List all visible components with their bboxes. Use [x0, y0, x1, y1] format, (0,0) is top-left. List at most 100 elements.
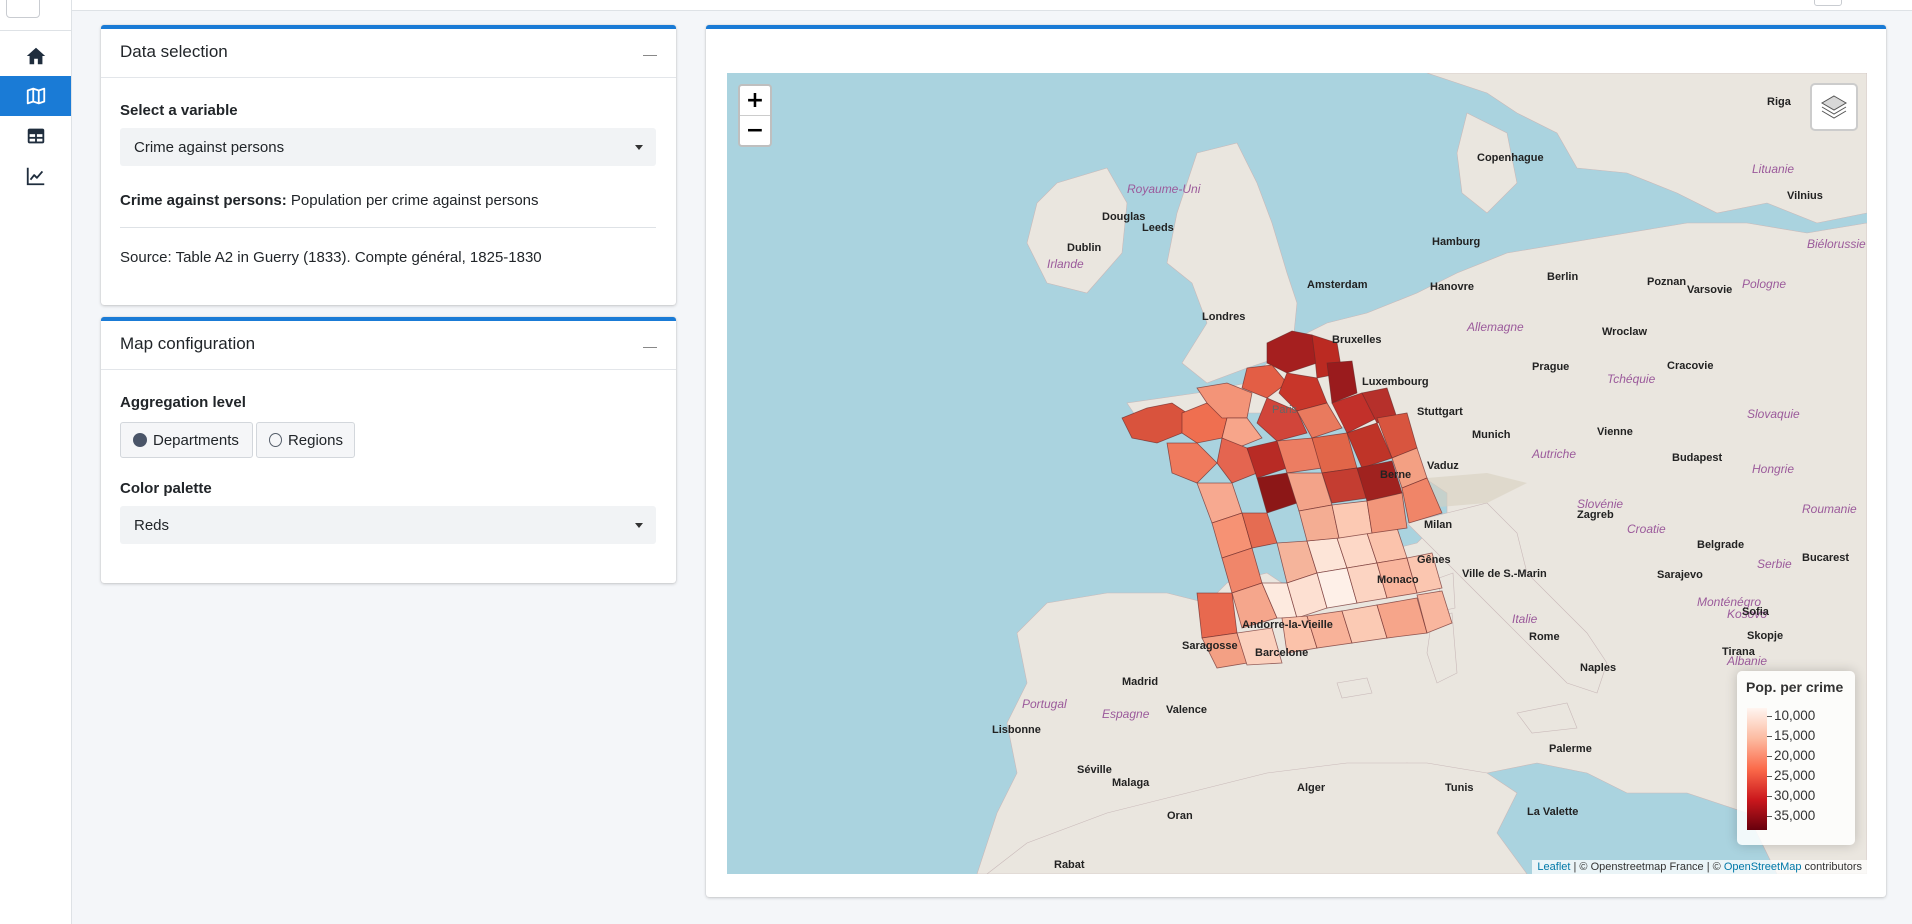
- city-label: Tirana: [1722, 646, 1756, 658]
- city-label: Hanovre: [1430, 281, 1474, 293]
- top-header: [72, 0, 1912, 11]
- country-label: Lituanie: [1752, 162, 1794, 176]
- city-label: Tunis: [1445, 782, 1474, 794]
- sidebar-item-table[interactable]: [0, 116, 71, 156]
- city-label: Oran: [1167, 810, 1193, 822]
- home-icon: [26, 47, 45, 65]
- caret-down-icon: [635, 145, 643, 150]
- caret-down-icon: [635, 523, 643, 528]
- city-label: Sofia: [1742, 606, 1770, 618]
- city-label: Rabat: [1054, 859, 1085, 871]
- country-label: Royaume-Uni: [1127, 182, 1201, 196]
- data-selection-card: Data selection Select a variable Crime a…: [101, 25, 676, 305]
- legend-color-bar: [1747, 708, 1767, 830]
- color-palette-label: Color palette: [120, 480, 212, 497]
- city-label: Stuttgart: [1417, 406, 1463, 418]
- variable-select[interactable]: Crime against persons: [120, 128, 656, 166]
- radio-departments[interactable]: Departments: [120, 422, 253, 458]
- legend-tick: 35,000: [1767, 808, 1815, 823]
- city-label: Valence: [1166, 704, 1207, 716]
- radio-regions[interactable]: Regions: [256, 422, 355, 458]
- zoom-control: + −: [738, 84, 772, 147]
- country-label: Biélorussie: [1807, 237, 1866, 251]
- city-label: Saragosse: [1182, 640, 1238, 652]
- city-label: Poznan: [1647, 276, 1686, 288]
- sidebar-item-map[interactable]: [0, 76, 71, 116]
- attribution-text: | © Openstreetmap France | ©: [1570, 861, 1724, 873]
- zoom-in-button[interactable]: +: [740, 86, 770, 115]
- country-label: Pologne: [1742, 277, 1786, 291]
- header-button[interactable]: [1814, 0, 1842, 6]
- collapse-button[interactable]: [642, 43, 658, 59]
- collapse-button[interactable]: [642, 335, 658, 351]
- radio-regions-label: Regions: [287, 431, 343, 449]
- country-label: Slovaquie: [1747, 407, 1800, 421]
- map-legend: Pop. per crime 10,000 15,000 20,000 25,0…: [1737, 671, 1855, 845]
- layers-control[interactable]: [1810, 83, 1858, 131]
- city-label: Hamburg: [1432, 236, 1480, 248]
- zoom-out-button[interactable]: −: [740, 116, 770, 145]
- city-label: Lisbonne: [992, 724, 1041, 736]
- legend-tick: 20,000: [1767, 748, 1815, 763]
- map-attribution: Leaflet | © Openstreetmap France | © Ope…: [1532, 860, 1867, 874]
- city-label: La Valette: [1527, 806, 1578, 818]
- map-icon: [26, 87, 45, 105]
- legend-title: Pop. per crime: [1746, 679, 1844, 695]
- sidebar-item-home[interactable]: [0, 36, 71, 76]
- city-label: Vaduz: [1427, 460, 1459, 472]
- city-label: Madrid: [1122, 676, 1158, 688]
- city-label: Palerme: [1549, 743, 1592, 755]
- legend-ticks: 10,000 15,000 20,000 25,000 30,000 35,00…: [1767, 708, 1847, 830]
- divider: [120, 227, 656, 228]
- layers-icon: [1821, 95, 1847, 119]
- country-label: Italie: [1512, 612, 1538, 626]
- city-label: Zagreb: [1577, 509, 1614, 521]
- city-label: Munich: [1472, 429, 1511, 441]
- city-label: Naples: [1580, 662, 1616, 674]
- radio-unchecked-icon: [269, 433, 282, 447]
- osm-link[interactable]: OpenStreetMap: [1724, 861, 1802, 873]
- city-label: Bruxelles: [1332, 334, 1382, 346]
- palette-select[interactable]: Reds: [120, 506, 656, 544]
- sidebar: [0, 0, 72, 924]
- country-label: Roumanie: [1802, 502, 1857, 516]
- legend-tick: 15,000: [1767, 728, 1815, 743]
- country-label: Allemagne: [1466, 320, 1524, 334]
- leaflet-link[interactable]: Leaflet: [1537, 861, 1570, 873]
- city-label: Wroclaw: [1602, 326, 1647, 338]
- sidebar-item-chart[interactable]: [0, 156, 71, 196]
- city-label: Milan: [1424, 519, 1452, 531]
- city-label: Amsterdam: [1307, 279, 1368, 291]
- aggregation-level-label: Aggregation level: [120, 394, 246, 411]
- attribution-text: contributors: [1801, 861, 1862, 873]
- city-label: Berlin: [1547, 271, 1578, 283]
- city-label: Berne: [1380, 469, 1411, 481]
- select-variable-label: Select a variable: [120, 102, 238, 119]
- leaflet-map[interactable]: Irlande Royaume-Uni Allemagne Pologne Tc…: [727, 73, 1867, 874]
- legend-tick: 10,000: [1767, 708, 1815, 723]
- palette-select-value: Reds: [134, 517, 170, 534]
- city-label: Varsovie: [1687, 284, 1732, 296]
- city-label: Vilnius: [1787, 190, 1823, 202]
- data-selection-title: Data selection: [120, 42, 228, 61]
- city-label: Monaco: [1377, 574, 1419, 586]
- city-label: Séville: [1077, 764, 1112, 776]
- city-label: Luxembourg: [1362, 376, 1429, 388]
- logo[interactable]: [6, 0, 40, 18]
- variable-description-name: Crime against persons:: [120, 192, 287, 209]
- radio-checked-icon: [133, 433, 147, 447]
- data-selection-header: Data selection: [101, 29, 676, 78]
- country-label: Croatie: [1627, 522, 1666, 536]
- city-label: Belgrade: [1697, 539, 1744, 551]
- country-label: Portugal: [1022, 697, 1067, 711]
- city-label: Andorre-la-Vieille: [1242, 619, 1333, 631]
- city-label: Alger: [1297, 782, 1326, 794]
- city-label: Leeds: [1142, 222, 1174, 234]
- city-label: Douglas: [1102, 211, 1145, 223]
- city-label: Londres: [1202, 311, 1245, 323]
- city-label: Skopje: [1747, 630, 1783, 642]
- city-label: Dublin: [1067, 242, 1101, 254]
- country-label: Tchéquie: [1607, 372, 1656, 386]
- city-label: Malaga: [1112, 777, 1150, 789]
- city-label: Sarajevo: [1657, 569, 1703, 581]
